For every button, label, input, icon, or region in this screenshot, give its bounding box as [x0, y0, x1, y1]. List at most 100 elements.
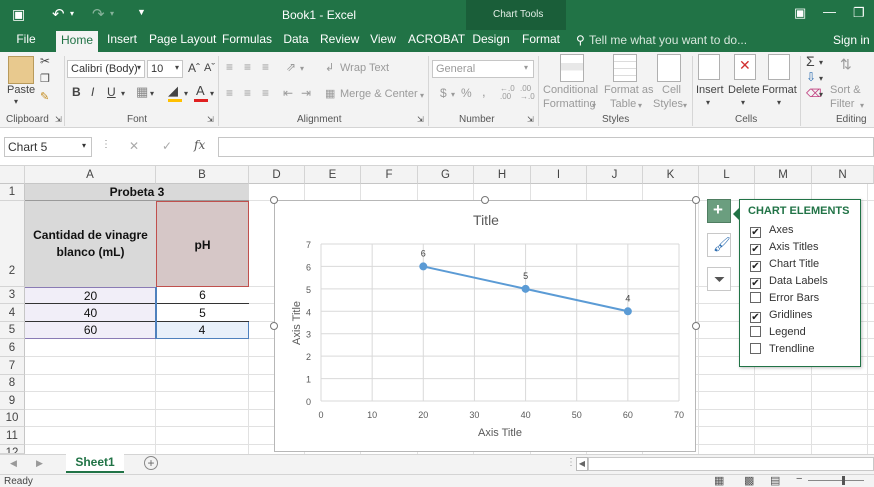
- chart-element-axis-titles[interactable]: ✔ Axis Titles: [750, 241, 819, 255]
- cell-styles-dropdown-icon[interactable]: ▾: [683, 101, 687, 110]
- column-header-l[interactable]: L: [699, 166, 755, 184]
- column-header-i[interactable]: I: [531, 166, 587, 184]
- column-header-d[interactable]: D: [249, 166, 305, 184]
- column-header-m[interactable]: M: [755, 166, 812, 184]
- alignment-launcher-icon[interactable]: ⇲: [417, 115, 424, 124]
- orientation-dropdown-icon[interactable]: ▾: [300, 64, 304, 73]
- tab-insert[interactable]: Insert: [102, 30, 142, 52]
- select-all-corner[interactable]: [0, 166, 25, 184]
- tab-data[interactable]: Data: [280, 30, 312, 52]
- minimize-icon[interactable]: —: [823, 4, 836, 19]
- cell-a3[interactable]: 20: [25, 287, 156, 304]
- tab-page-layout[interactable]: Page Layout: [147, 30, 216, 52]
- data-point[interactable]: [623, 307, 632, 316]
- currency-dropdown-icon[interactable]: ▾: [451, 90, 455, 99]
- insert-cells-dropdown-icon[interactable]: ▾: [706, 98, 710, 107]
- column-header-e[interactable]: E: [305, 166, 361, 184]
- row-header-3[interactable]: 3: [0, 287, 25, 304]
- row-header-10[interactable]: 10: [0, 410, 25, 427]
- redo-icon[interactable]: ↷: [92, 5, 105, 23]
- insert-cells-button[interactable]: Insert: [696, 84, 724, 96]
- sign-in-link[interactable]: Sign in: [833, 33, 870, 47]
- align-right-icon[interactable]: ≡: [262, 86, 269, 100]
- format-as-table-label-2[interactable]: Table: [610, 98, 636, 110]
- zoom-slider-thumb[interactable]: [842, 476, 845, 485]
- italic-button[interactable]: I: [91, 85, 94, 99]
- cell-b4[interactable]: 5: [156, 304, 249, 322]
- insert-function-icon[interactable]: fx: [194, 138, 205, 152]
- insert-cells-icon[interactable]: [698, 54, 720, 80]
- paste-dropdown-icon[interactable]: ▾: [14, 97, 18, 106]
- format-painter-icon[interactable]: ✎: [40, 90, 49, 103]
- fill-dropdown-icon[interactable]: ▾: [819, 74, 823, 83]
- cell-a4[interactable]: 40: [25, 304, 156, 322]
- customize-toolbar-icon[interactable]: ▼: [137, 7, 146, 17]
- format-as-table-label-1[interactable]: Format as: [604, 84, 654, 96]
- borders-icon[interactable]: ▦: [136, 84, 148, 100]
- format-as-table-icon[interactable]: [613, 54, 637, 82]
- restore-icon[interactable]: ❐: [853, 5, 865, 21]
- align-bottom-icon[interactable]: ≡: [262, 60, 269, 74]
- tab-formulas[interactable]: Formulas: [220, 30, 272, 52]
- conditional-formatting-label-1[interactable]: Conditional: [543, 84, 598, 96]
- font-launcher-icon[interactable]: ⇲: [207, 115, 214, 124]
- paste-icon[interactable]: [8, 56, 34, 84]
- cell-styles-label-1[interactable]: Cell: [662, 84, 681, 96]
- save-icon[interactable]: ▣: [12, 6, 25, 23]
- data-label[interactable]: 5: [523, 271, 528, 281]
- resize-handle-left[interactable]: [270, 322, 278, 330]
- decrease-decimal-icon[interactable]: .00 →.0: [520, 85, 535, 101]
- chart-filters-button[interactable]: ⏷: [707, 267, 731, 291]
- align-center-icon[interactable]: ≡: [244, 86, 251, 100]
- horizontal-scrollbar[interactable]: [588, 457, 874, 471]
- hscroll-split-icon[interactable]: ⋮: [566, 457, 576, 468]
- chart-element-trendline[interactable]: Trendline: [750, 343, 814, 355]
- font-color-dropdown-icon[interactable]: ▾: [210, 89, 214, 98]
- sheet-tab-sheet1[interactable]: Sheet1: [66, 454, 124, 473]
- tab-view[interactable]: View: [368, 30, 398, 52]
- resize-handle-top-left[interactable]: [270, 196, 278, 204]
- column-header-k[interactable]: K: [643, 166, 699, 184]
- tab-format[interactable]: Format: [520, 30, 562, 52]
- axis-titles-checkbox[interactable]: ✔: [750, 244, 761, 255]
- column-header-j[interactable]: J: [587, 166, 643, 184]
- fill-color-dropdown-icon[interactable]: ▾: [184, 89, 188, 98]
- increase-decimal-icon[interactable]: ←.0.00: [500, 85, 515, 101]
- error-bars-checkbox[interactable]: [750, 292, 761, 303]
- font-color-icon[interactable]: A: [196, 83, 205, 98]
- tab-review[interactable]: Review: [318, 30, 360, 52]
- cancel-entry-icon[interactable]: ✕: [129, 139, 139, 153]
- cell-probeta-title[interactable]: Probeta 3: [25, 184, 249, 201]
- column-header-h[interactable]: H: [474, 166, 531, 184]
- scroll-tabs-right-icon[interactable]: ▶: [36, 458, 43, 469]
- cell-header-ph[interactable]: pH: [156, 201, 249, 287]
- column-header-n[interactable]: N: [812, 166, 874, 184]
- zoom-out-icon[interactable]: −: [796, 473, 802, 485]
- merge-center-icon[interactable]: ▦: [325, 87, 335, 100]
- row-header-11[interactable]: 11: [0, 427, 25, 445]
- scatter-chart[interactable]: Title Axis Title Axis Title 012345670 10 2…: [275, 201, 697, 453]
- conditional-formatting-icon[interactable]: [560, 54, 584, 82]
- data-point[interactable]: [521, 284, 530, 293]
- trendline-checkbox[interactable]: [750, 343, 761, 354]
- cell-b3[interactable]: 6: [156, 287, 249, 304]
- legend-checkbox[interactable]: [750, 326, 761, 337]
- align-middle-icon[interactable]: ≡: [244, 60, 251, 74]
- chart-element-chart-title[interactable]: ✔ Chart Title: [750, 258, 819, 272]
- data-label[interactable]: 4: [625, 293, 630, 303]
- decrease-indent-icon[interactable]: ⇤: [283, 86, 293, 100]
- axes-checkbox[interactable]: ✔: [750, 227, 761, 238]
- increase-indent-icon[interactable]: ⇥: [301, 86, 311, 100]
- clipboard-launcher-icon[interactable]: ⇲: [55, 115, 62, 124]
- align-left-icon[interactable]: ≡: [226, 86, 233, 100]
- chart-styles-button[interactable]: 🖌: [707, 233, 731, 257]
- underline-dropdown-icon[interactable]: ▾: [121, 89, 125, 98]
- page-break-view-icon[interactable]: ▤: [770, 474, 780, 487]
- tab-acrobat[interactable]: ACROBAT: [406, 30, 465, 52]
- format-cells-button[interactable]: Format: [762, 84, 797, 96]
- delete-cells-dropdown-icon[interactable]: ▾: [741, 98, 745, 107]
- cell-styles-icon[interactable]: [657, 54, 681, 82]
- name-box-dropdown-icon[interactable]: ▾: [82, 141, 86, 150]
- column-header-f[interactable]: F: [361, 166, 418, 184]
- conditional-formatting-dropdown-icon[interactable]: ▾: [592, 101, 596, 110]
